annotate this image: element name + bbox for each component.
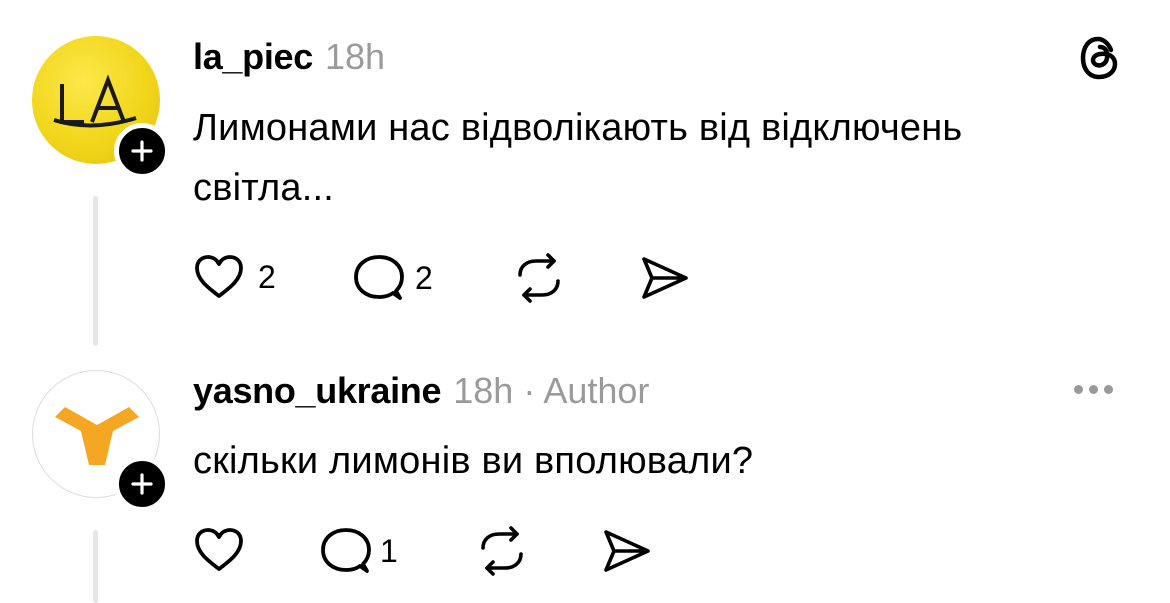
comment-icon xyxy=(321,528,371,573)
like-button[interactable]: 2 xyxy=(192,253,276,301)
thread-line xyxy=(93,530,98,603)
post-text: скільки лимонів ви вполювали? xyxy=(193,440,754,482)
reply-button[interactable]: 2 xyxy=(353,253,433,303)
post-text-line-2: світла... xyxy=(193,167,334,209)
reply-count: 1 xyxy=(380,532,398,569)
threads-logo-icon[interactable] xyxy=(1078,34,1122,82)
more-options-icon[interactable] xyxy=(1074,385,1113,394)
share-icon[interactable] xyxy=(638,253,692,303)
timestamp: 18h xyxy=(453,370,514,411)
repost-icon[interactable] xyxy=(475,526,529,576)
thread-line xyxy=(93,196,98,346)
follow-plus-button[interactable] xyxy=(114,456,170,512)
timestamp: 18h xyxy=(324,36,386,77)
heart-icon xyxy=(195,528,243,571)
like-button[interactable] xyxy=(192,526,246,579)
plus-icon xyxy=(131,473,153,495)
username[interactable]: la_piec xyxy=(193,36,313,78)
heart-icon xyxy=(195,255,243,298)
follow-plus-button[interactable] xyxy=(114,123,170,179)
repost-icon[interactable] xyxy=(512,253,566,303)
share-icon[interactable] xyxy=(600,526,654,576)
reply-button[interactable]: 1 xyxy=(320,526,398,576)
username[interactable]: yasno_ukraine xyxy=(193,370,442,412)
meta-separator: · xyxy=(523,370,536,411)
author-badge: Author xyxy=(543,370,650,411)
plus-icon xyxy=(131,140,153,162)
comment-icon xyxy=(354,255,404,300)
reply-count: 2 xyxy=(415,259,433,296)
post-text-line-1: Лимонами нас відволікають від відключень xyxy=(193,107,963,149)
like-count: 2 xyxy=(258,258,276,295)
